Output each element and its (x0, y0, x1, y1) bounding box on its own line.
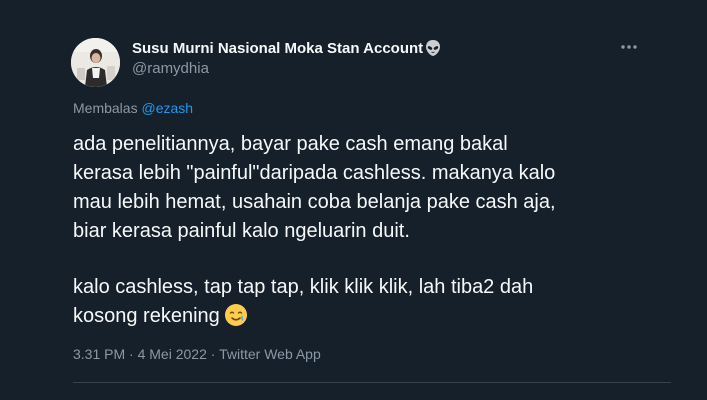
tweet-time-link[interactable]: 3.31 PM (73, 346, 125, 362)
author-display-name[interactable]: Susu Murni Nasional Moka Stan Account (132, 40, 423, 58)
tweet-metadata: 3.31 PM · 4 Mei 2022 · Twitter Web App (73, 345, 321, 363)
tweet-card: Susu Murni Nasional Moka Stan Account @r… (0, 0, 707, 400)
avatar[interactable] (71, 38, 120, 87)
tweet-date-link[interactable]: 4 Mei 2022 (138, 346, 207, 362)
tweet-source: Twitter Web App (219, 346, 321, 362)
more-icon[interactable] (618, 38, 640, 56)
reply-mention-link[interactable]: @ezash (141, 100, 193, 116)
meta-separator: · (210, 346, 216, 362)
tweet-paragraph-1: ada penelitiannya, bayar pake cash emang… (73, 133, 556, 242)
reply-prefix: Membalas (73, 100, 138, 116)
crying-smiling-face-emoji-icon (224, 303, 248, 327)
tweet-text: ada penelitiannya, bayar pake cash emang… (73, 130, 673, 331)
tweet-paragraph-2: kalo cashless, tap tap tap, klik klik kl… (73, 273, 673, 331)
author-handle[interactable]: @ramydhia (132, 60, 209, 78)
alien-emoji-icon (424, 39, 442, 57)
divider (73, 382, 671, 383)
tweet-paragraph-2-text: kalo cashless, tap tap tap, klik klik kl… (73, 276, 534, 327)
meta-separator: · (129, 346, 134, 362)
reply-context: Membalas @ezash (73, 100, 193, 116)
